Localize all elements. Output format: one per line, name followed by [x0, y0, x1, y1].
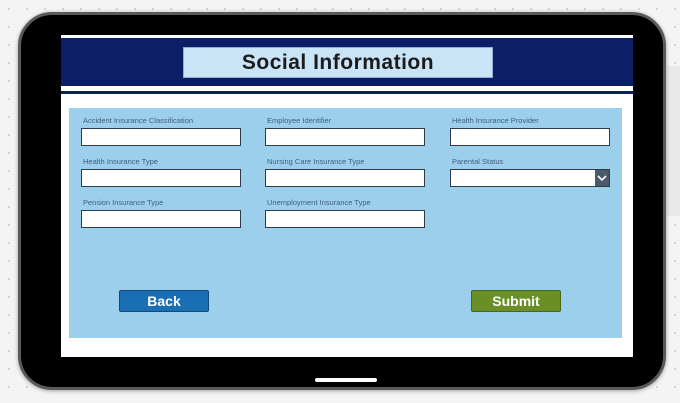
label-nursing-care-insurance-type: Nursing Care Insurance Type: [267, 157, 365, 166]
app-screen: Social Information Accident Insurance Cl…: [61, 35, 633, 357]
label-employee-identifier: Employee Identifier: [267, 116, 332, 125]
label-health-insurance-type: Health Insurance Type: [83, 157, 158, 166]
home-indicator[interactable]: [315, 378, 377, 382]
pension-insurance-type-input[interactable]: [81, 210, 241, 228]
tablet-frame: Social Information Accident Insurance Cl…: [18, 12, 666, 390]
label-pension-insurance-type: Pension Insurance Type: [83, 198, 164, 207]
page-title: Social Information: [183, 47, 493, 78]
chevron-down-icon[interactable]: [595, 170, 609, 186]
submit-button[interactable]: Submit: [471, 290, 561, 312]
header-bar: Social Information: [61, 38, 633, 86]
header-divider: [61, 91, 633, 94]
label-parental-status: Parental Status: [452, 157, 504, 166]
nursing-care-insurance-type-input[interactable]: [265, 169, 425, 187]
social-info-form: Accident Insurance Classification Employ…: [69, 108, 622, 338]
label-unemployment-insurance-type: Unemployment Insurance Type: [267, 198, 371, 207]
parental-status-dropdown[interactable]: [450, 169, 610, 187]
health-insurance-provider-input[interactable]: [450, 128, 610, 146]
label-health-insurance-provider: Health Insurance Provider: [452, 116, 539, 125]
health-insurance-type-input[interactable]: [81, 169, 241, 187]
label-accident-insurance-classification: Accident Insurance Classification: [83, 116, 194, 125]
back-button[interactable]: Back: [119, 290, 209, 312]
employee-identifier-input[interactable]: [265, 128, 425, 146]
accident-insurance-classification-input[interactable]: [81, 128, 241, 146]
unemployment-insurance-type-input[interactable]: [265, 210, 425, 228]
